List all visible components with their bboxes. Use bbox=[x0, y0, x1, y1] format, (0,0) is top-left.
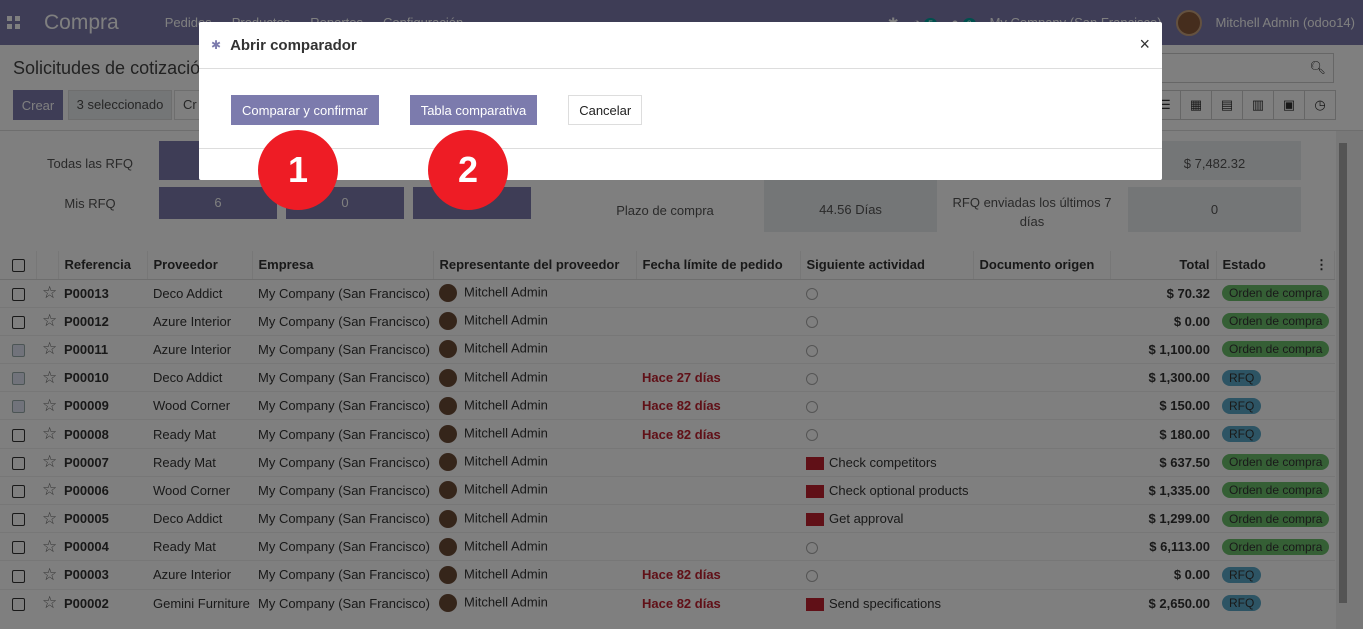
marker-1: 1 bbox=[258, 130, 338, 210]
dialog-title: Abrir comparador bbox=[230, 36, 357, 54]
compare-confirm-button[interactable]: Comparar y confirmar bbox=[231, 95, 379, 125]
close-icon[interactable]: × bbox=[1139, 34, 1150, 55]
compare-dialog: ✱ Abrir comparador × Comparar y confirma… bbox=[199, 22, 1162, 180]
cancel-button[interactable]: Cancelar bbox=[568, 95, 643, 125]
dialog-footer bbox=[199, 148, 1162, 149]
comparison-table-button[interactable]: Tabla comparativa bbox=[409, 95, 538, 125]
dialog-header: ✱ Abrir comparador × bbox=[199, 22, 1162, 69]
bug-icon: ✱ bbox=[211, 38, 222, 52]
dialog-body: Comparar y confirmar Tabla comparativa C… bbox=[231, 95, 643, 125]
marker-2: 2 bbox=[428, 130, 508, 210]
